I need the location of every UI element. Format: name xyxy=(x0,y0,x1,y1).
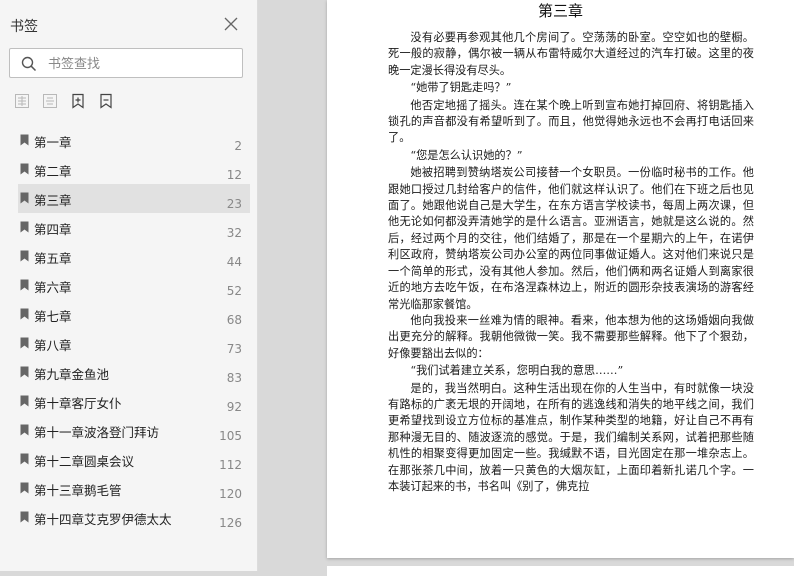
bookmark-icon xyxy=(20,366,29,378)
bookmark-icon xyxy=(20,279,29,291)
paragraph: “她带了钥匙走吗？” xyxy=(410,81,512,95)
toc-label: 第二章 xyxy=(34,164,72,179)
toc-item-chapter-3[interactable]: 第三章 23 xyxy=(18,184,250,213)
toc-label: 第十一章波洛登门拜访 xyxy=(34,425,160,440)
toc-label: 第十四章艾克罗伊德太太 xyxy=(34,512,172,527)
paragraph: 没有必要再参观其他几个房间了。空荡荡的卧室。空空如也的壁橱。死一般的寂静，偶尔被… xyxy=(388,31,754,77)
bookmark-icon xyxy=(20,163,29,175)
toc-item-chapter-1[interactable]: 第一章 2 xyxy=(18,126,250,155)
bookmark-icon xyxy=(20,395,29,407)
document-viewer[interactable]: 第三章 没有必要再参观其他几个房间了。空荡荡的卧室。空空如也的壁橱。死一般的寂静… xyxy=(258,0,794,576)
toc-page-number: 73 xyxy=(226,342,242,356)
bookmark-icon xyxy=(20,424,29,436)
paragraph: 他否定地摇了摇头。连在某个晚上听到宣布她打掉回府、将钥匙插入锁孔的声音都没有希望… xyxy=(388,98,754,145)
bookmark-icon xyxy=(20,482,29,494)
toc-page-number: 52 xyxy=(226,284,242,298)
toc-item-chapter-13[interactable]: 第十三章鹅毛管 120 xyxy=(18,474,250,503)
toc-item-chapter-11[interactable]: 第十一章波洛登门拜访 105 xyxy=(18,416,250,445)
toc-label: 第七章 xyxy=(34,309,72,324)
toc-page-number: 44 xyxy=(226,255,242,269)
toc-item-chapter-7[interactable]: 第七章 68 xyxy=(18,300,250,329)
toc-page-number: 120 xyxy=(219,487,242,501)
toc-page-number: 68 xyxy=(226,313,242,327)
search-icon xyxy=(21,56,37,72)
toc-page-number: 112 xyxy=(219,458,242,472)
toc-item-chapter-14[interactable]: 第十四章艾克罗伊德太太 126 xyxy=(18,503,250,532)
document-page: 第三章 没有必要再参观其他几个房间了。空荡荡的卧室。空空如也的壁橱。死一般的寂静… xyxy=(327,0,794,558)
toc-label: 第一章 xyxy=(34,135,72,150)
bookmark-sidebar: 书签 第一章 2 第二章 12 xyxy=(0,0,258,571)
toc-item-chapter-12[interactable]: 第十二章圆桌会议 112 xyxy=(18,445,250,474)
paragraph: 是的，我当然明白。这种生活出现在你的人生当中，有时就像一块没有路标的广袤无垠的开… xyxy=(388,381,754,493)
toc-label: 第六章 xyxy=(34,280,72,295)
bookmark-icon xyxy=(20,250,29,262)
search-input[interactable] xyxy=(46,53,240,75)
toc-item-chapter-10[interactable]: 第十章客厅女仆 92 xyxy=(18,387,250,416)
add-bookmark-icon[interactable] xyxy=(70,93,86,109)
toc-page-number: 12 xyxy=(226,168,242,182)
bookmark-icon xyxy=(20,337,29,349)
toc-page-number: 126 xyxy=(219,516,242,530)
toc-label: 第八章 xyxy=(34,338,72,353)
toc-page-number: 92 xyxy=(226,400,242,414)
toc-page-number: 23 xyxy=(226,197,242,211)
paragraph: 她被招聘到赞纳塔炭公司接替一个女职员。一份临时秘书的工作。他跟她口授过几封给客户… xyxy=(388,166,754,311)
toc-item-chapter-9[interactable]: 第九章金鱼池 83 xyxy=(18,358,250,387)
toc-page-number: 105 xyxy=(219,429,242,443)
toc-item-chapter-8[interactable]: 第八章 73 xyxy=(18,329,250,358)
collapse-all-icon[interactable] xyxy=(42,93,58,109)
expand-all-icon[interactable] xyxy=(14,93,30,109)
toc-item-chapter-2[interactable]: 第二章 12 xyxy=(18,155,250,184)
toc-label: 第四章 xyxy=(34,222,72,237)
bookmark-search-box[interactable] xyxy=(9,48,243,78)
toc-label: 第十二章圆桌会议 xyxy=(34,454,135,469)
toc-page-number: 32 xyxy=(226,226,242,240)
paragraph: “我们试着建立关系，您明白我的意思……” xyxy=(410,364,624,378)
paragraph: “您是怎么认识她的？” xyxy=(410,148,523,162)
toc-item-chapter-5[interactable]: 第五章 44 xyxy=(18,242,250,271)
bookmark-icon xyxy=(20,511,29,523)
bookmark-icon xyxy=(20,308,29,320)
toc-label: 第十章客厅女仆 xyxy=(34,396,122,411)
chapter-title: 第三章 xyxy=(537,2,583,20)
toc-page-number: 83 xyxy=(226,371,242,385)
toc-page-number: 2 xyxy=(234,139,242,153)
page-text: 没有必要再参观其他几个房间了。空荡荡的卧室。空空如也的壁橱。死一般的寂静，偶尔被… xyxy=(388,30,754,495)
toc-label: 第五章 xyxy=(34,251,72,266)
toc-label: 第三章 xyxy=(34,193,72,208)
sidebar-title: 书签 xyxy=(10,19,38,35)
close-icon[interactable] xyxy=(222,15,240,33)
bookmark-icon xyxy=(20,192,29,204)
toc-label: 第九章金鱼池 xyxy=(34,367,110,382)
paragraph: 他向我投来一丝难为情的眼神。看来，他本想为他的这场婚姻向我做出更充分的解释。我朝… xyxy=(388,313,754,360)
bookmark-icon xyxy=(20,453,29,465)
next-page-edge xyxy=(327,566,794,576)
bookmark-icon xyxy=(20,221,29,233)
toc-item-chapter-4[interactable]: 第四章 32 xyxy=(18,213,250,242)
toc-item-chapter-6[interactable]: 第六章 52 xyxy=(18,271,250,300)
remove-bookmark-icon[interactable] xyxy=(98,93,114,109)
bookmark-icon xyxy=(20,134,29,146)
toc-label: 第十三章鹅毛管 xyxy=(34,483,122,498)
